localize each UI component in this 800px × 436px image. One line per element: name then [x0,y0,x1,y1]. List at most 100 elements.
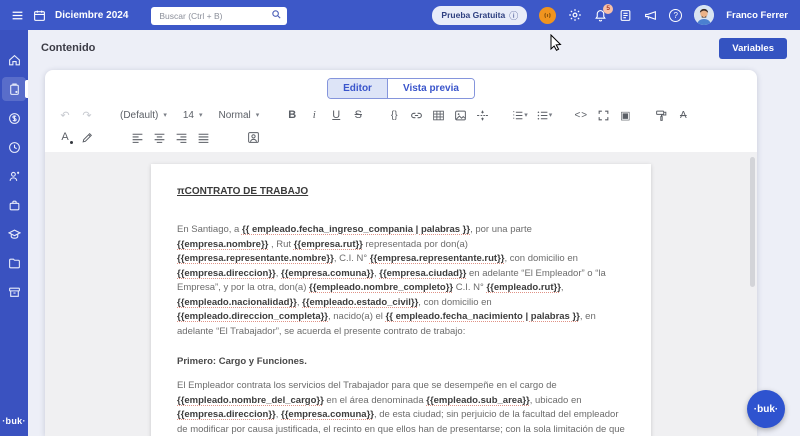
sidebar-item-education[interactable] [2,222,26,246]
bold-button[interactable]: B [282,105,302,125]
page-break-button[interactable] [472,105,492,125]
notification-count-badge: 5 [603,4,613,14]
help-icon[interactable]: ? [669,9,682,22]
doc-paragraph: El Empleador contrata los servicios del … [177,379,625,436]
highlight-button[interactable] [77,127,97,147]
chevron-down-icon: ▾ [199,111,203,119]
font-size-select[interactable]: 14▾ [176,105,210,125]
table-button[interactable] [428,105,448,125]
sidebar-item-documents[interactable] [2,77,26,101]
doc-text: en el área denominada [324,395,426,406]
doc-text: , por una parte [470,224,532,235]
template-variable: {{empleado.direccion_completa}} [177,311,328,322]
code-view-button[interactable]: <> [571,105,591,125]
link-button[interactable] [406,105,426,125]
sidebar-item-files[interactable] [2,251,26,275]
announcements-icon[interactable] [644,9,657,22]
show-blocks-icon: ▣ [620,109,630,122]
period-selector[interactable]: Diciembre 2024 [55,10,128,21]
unordered-list-button[interactable]: ▾ [533,105,556,125]
doc-text: , ubicado en [530,395,582,406]
page-title: Contenido [41,42,95,54]
paint-roller-icon [655,109,668,122]
align-right-button[interactable] [171,127,191,147]
search-icon[interactable] [271,9,282,20]
image-button[interactable] [450,105,470,125]
link-icon [410,109,423,122]
tab-vista-previa[interactable]: Vista previa [387,79,474,98]
dollar-icon [8,112,21,125]
page-header: Contenido Variables [28,30,800,66]
template-variable: {{empresa.comuna}} [281,409,374,420]
editor-tabs: Editor Vista previa [45,70,757,99]
editor-card: Editor Vista previa ↶ ↷ (Default)▾ 14▾ N… [45,70,757,436]
buk-logo: ·buk· [2,416,26,426]
avatar[interactable] [694,5,714,25]
redo-button[interactable]: ↷ [77,105,97,125]
align-left-button[interactable] [127,127,147,147]
chat-bubble-button[interactable]: ·buk· [747,390,785,428]
sidebar-item-jobs[interactable] [2,193,26,217]
ordered-list-button[interactable]: ▾ [508,105,531,125]
doc-text: representada por don(a) [363,239,468,250]
italic-button[interactable]: i [304,105,324,125]
doc-text: , [561,282,564,293]
sidebar-item-employees[interactable] [2,164,26,188]
template-variable: {{empresa.direccion}} [177,268,276,279]
info-icon: ⓘ [509,9,518,22]
variables-button[interactable]: Variables [719,38,787,59]
calendar-icon[interactable] [33,9,46,22]
doc-text: En Santiago, a [177,224,242,235]
template-variable: {{ empleado.fecha_ingreso_compania | pal… [242,224,470,235]
template-variable: {{empleado.nombre_del_cargo}} [177,395,324,406]
settings-icon[interactable] [568,8,582,22]
search-input[interactable] [151,7,287,25]
highlighter-icon [81,131,94,144]
template-variable: {{ empleado.fecha_nacimiento | palabras … [386,311,580,322]
paragraph-style-value: Normal [219,110,251,121]
paint-roller-button[interactable] [651,105,671,125]
font-family-select[interactable]: (Default)▾ [113,105,174,125]
doc-text: , C.I. N° [334,253,370,264]
chevron-down-icon: ▾ [524,111,528,119]
assistant-icon[interactable] [539,7,556,24]
doc-text: , Rut [268,239,293,250]
variables-braces-button[interactable]: {} [384,105,404,125]
person-box-icon [247,131,260,144]
template-variable: {{empleado.rut}} [486,282,560,293]
template-variable: {{empresa.comuna}} [281,268,374,279]
template-variable: {{empleado.estado_civil}} [302,297,418,308]
clear-format-button[interactable]: A [673,105,693,125]
sidebar-item-home[interactable] [2,48,26,72]
doc-text: , con domicilio en [418,297,491,308]
user-name[interactable]: Franco Ferrer [726,10,788,21]
sidebar-item-payments[interactable] [2,106,26,130]
trial-badge[interactable]: Prueba Gratuita ⓘ [432,6,527,25]
font-color-button[interactable]: A [55,127,75,147]
notifications-button[interactable]: 5 [594,9,607,22]
align-left-icon [131,131,144,144]
sidebar-item-history[interactable] [2,135,26,159]
template-variable: {{empresa.representante.nombre}} [177,253,334,264]
fullscreen-button[interactable] [593,105,613,125]
align-justify-button[interactable] [193,127,213,147]
changelog-icon[interactable] [619,9,632,22]
paragraph-style-select[interactable]: Normal▾ [212,105,267,125]
clipboard-icon [8,83,21,96]
strikethrough-button[interactable]: S [348,105,368,125]
sidebar-item-organization[interactable] [2,280,26,304]
document-page[interactable]: πCONTRATO DE TRABAJO En Santiago, a {{ e… [151,164,651,436]
template-variable: {{empleado.nacionalidad}} [177,297,297,308]
template-variable: {{empresa.representante.rut}} [370,253,505,264]
tab-editor[interactable]: Editor [328,79,387,98]
document-blocks: En Santiago, a {{ empleado.fecha_ingreso… [177,223,625,436]
scrollbar[interactable] [750,157,755,287]
insert-person-button[interactable] [243,127,263,147]
doc-heading: Primero: Cargo y Funciones. [177,356,625,367]
undo-button[interactable]: ↶ [55,105,75,125]
menu-icon[interactable] [11,9,24,22]
show-blocks-button[interactable]: ▣ [615,105,635,125]
unordered-list-icon [536,109,549,122]
underline-button[interactable]: U [326,105,346,125]
align-center-button[interactable] [149,127,169,147]
